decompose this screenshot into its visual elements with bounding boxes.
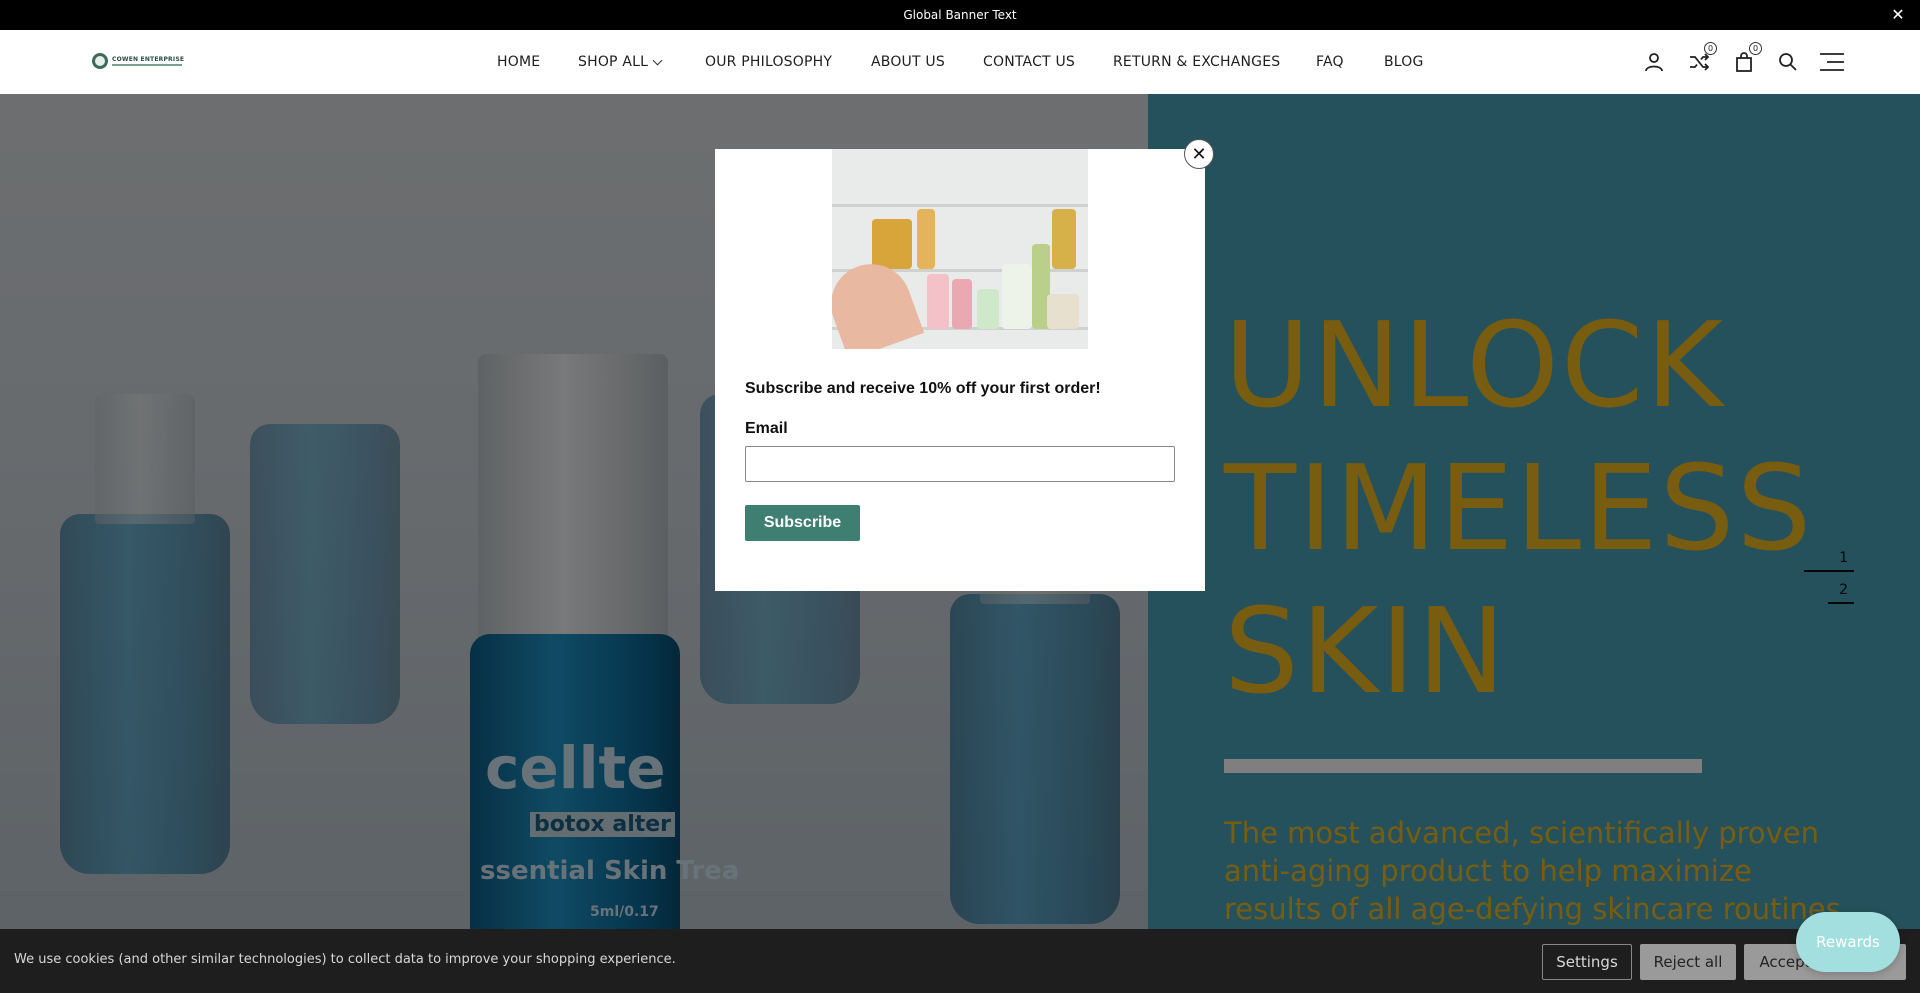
nav-about-us[interactable]: ABOUT US	[871, 54, 945, 70]
logo-text: COWEN ENTERPRISE	[112, 56, 185, 63]
email-field[interactable]	[745, 446, 1175, 482]
hamburger-icon[interactable]	[1818, 48, 1846, 76]
nav-faq[interactable]: FAQ	[1316, 54, 1344, 70]
nav-blog[interactable]: BLOG	[1384, 54, 1424, 70]
chevron-down-icon	[652, 55, 663, 65]
user-icon[interactable]	[1640, 48, 1668, 76]
nav-our-philosophy[interactable]: OUR PHILOSOPHY	[705, 54, 832, 70]
popup-heading: Subscribe and receive 10% off your first…	[745, 380, 1101, 397]
banner-text: Global Banner Text	[903, 8, 1017, 22]
nav-return-exchanges[interactable]: RETURN & EXCHANGES	[1113, 54, 1280, 70]
nav-shop-all[interactable]: SHOP ALL	[578, 54, 663, 70]
email-label: Email	[745, 420, 788, 437]
logo-mark-icon	[92, 53, 108, 69]
logo[interactable]: COWEN ENTERPRISE	[92, 51, 186, 71]
compare-count-badge: 0	[1704, 42, 1717, 55]
rewards-button[interactable]: Rewards	[1796, 912, 1900, 972]
search-icon[interactable]	[1774, 48, 1802, 76]
cart-count-badge: 0	[1749, 42, 1762, 55]
cookie-settings-button[interactable]: Settings	[1542, 944, 1632, 980]
global-banner: Global Banner Text ✕	[0, 0, 1920, 30]
banner-close-icon[interactable]: ✕	[1888, 5, 1908, 25]
shuffle-icon[interactable]: 0	[1685, 42, 1717, 76]
cookie-consent-bar: We use cookies (and other similar techno…	[0, 929, 1920, 993]
subscribe-popup: Subscribe and receive 10% off your first…	[715, 149, 1205, 591]
cookie-reject-button[interactable]: Reject all	[1640, 944, 1736, 980]
nav-shop-all-label: SHOP ALL	[578, 54, 649, 70]
nav-home[interactable]: HOME	[497, 54, 540, 70]
popup-product-image	[832, 149, 1088, 349]
nav-contact-us[interactable]: CONTACT US	[983, 54, 1075, 70]
subscribe-button[interactable]: Subscribe	[745, 505, 860, 541]
bag-icon[interactable]: 0	[1730, 42, 1762, 76]
popup-close-icon[interactable]: ✕	[1184, 139, 1214, 169]
cookie-text: We use cookies (and other similar techno…	[14, 952, 676, 967]
site-header: COWEN ENTERPRISE HOME SHOP ALL OUR PHILO…	[0, 30, 1920, 94]
